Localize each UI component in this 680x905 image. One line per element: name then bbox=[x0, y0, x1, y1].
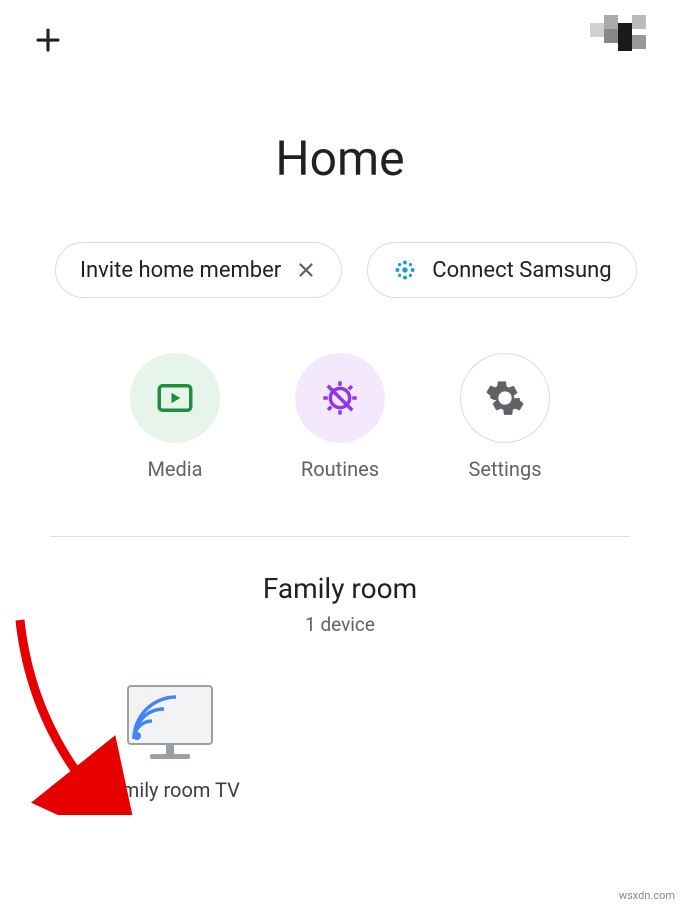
media-icon-circle bbox=[130, 353, 220, 443]
add-button[interactable] bbox=[30, 22, 66, 58]
family-room-tv-device[interactable]: Family room TV bbox=[80, 681, 260, 802]
invite-home-member-chip[interactable]: Invite home member bbox=[55, 242, 342, 298]
section-divider bbox=[50, 536, 630, 537]
settings-action[interactable]: Settings bbox=[460, 353, 550, 481]
gear-icon bbox=[485, 378, 525, 418]
chip-label: Connect Samsung bbox=[432, 258, 611, 283]
account-avatar[interactable] bbox=[590, 15, 650, 65]
routines-action[interactable]: Routines bbox=[295, 353, 385, 481]
device-count: 1 device bbox=[0, 613, 680, 636]
smartthings-icon bbox=[392, 257, 418, 283]
room-section: Family room 1 device bbox=[0, 572, 680, 636]
media-icon bbox=[154, 377, 196, 419]
settings-icon-circle bbox=[460, 353, 550, 443]
suggestion-chips: Invite home member Connect Samsung bbox=[0, 242, 680, 298]
chip-label: Invite home member bbox=[80, 258, 281, 283]
routines-icon bbox=[319, 377, 361, 419]
room-name: Family room bbox=[0, 572, 680, 605]
plus-icon bbox=[33, 25, 63, 55]
cast-tv-icon bbox=[120, 681, 220, 766]
close-icon[interactable] bbox=[295, 259, 317, 281]
qa-label: Media bbox=[147, 457, 202, 481]
device-label: Family room TV bbox=[100, 778, 240, 802]
quick-actions-row: Media Routines Settings bbox=[0, 353, 680, 481]
watermark: wsxdn.com bbox=[619, 889, 675, 902]
media-action[interactable]: Media bbox=[130, 353, 220, 481]
qa-label: Routines bbox=[301, 457, 379, 481]
qa-label: Settings bbox=[468, 457, 541, 481]
routines-icon-circle bbox=[295, 353, 385, 443]
connect-samsung-chip[interactable]: Connect Samsung bbox=[367, 242, 636, 298]
header-bar bbox=[0, 0, 680, 80]
page-title: Home bbox=[0, 130, 680, 187]
